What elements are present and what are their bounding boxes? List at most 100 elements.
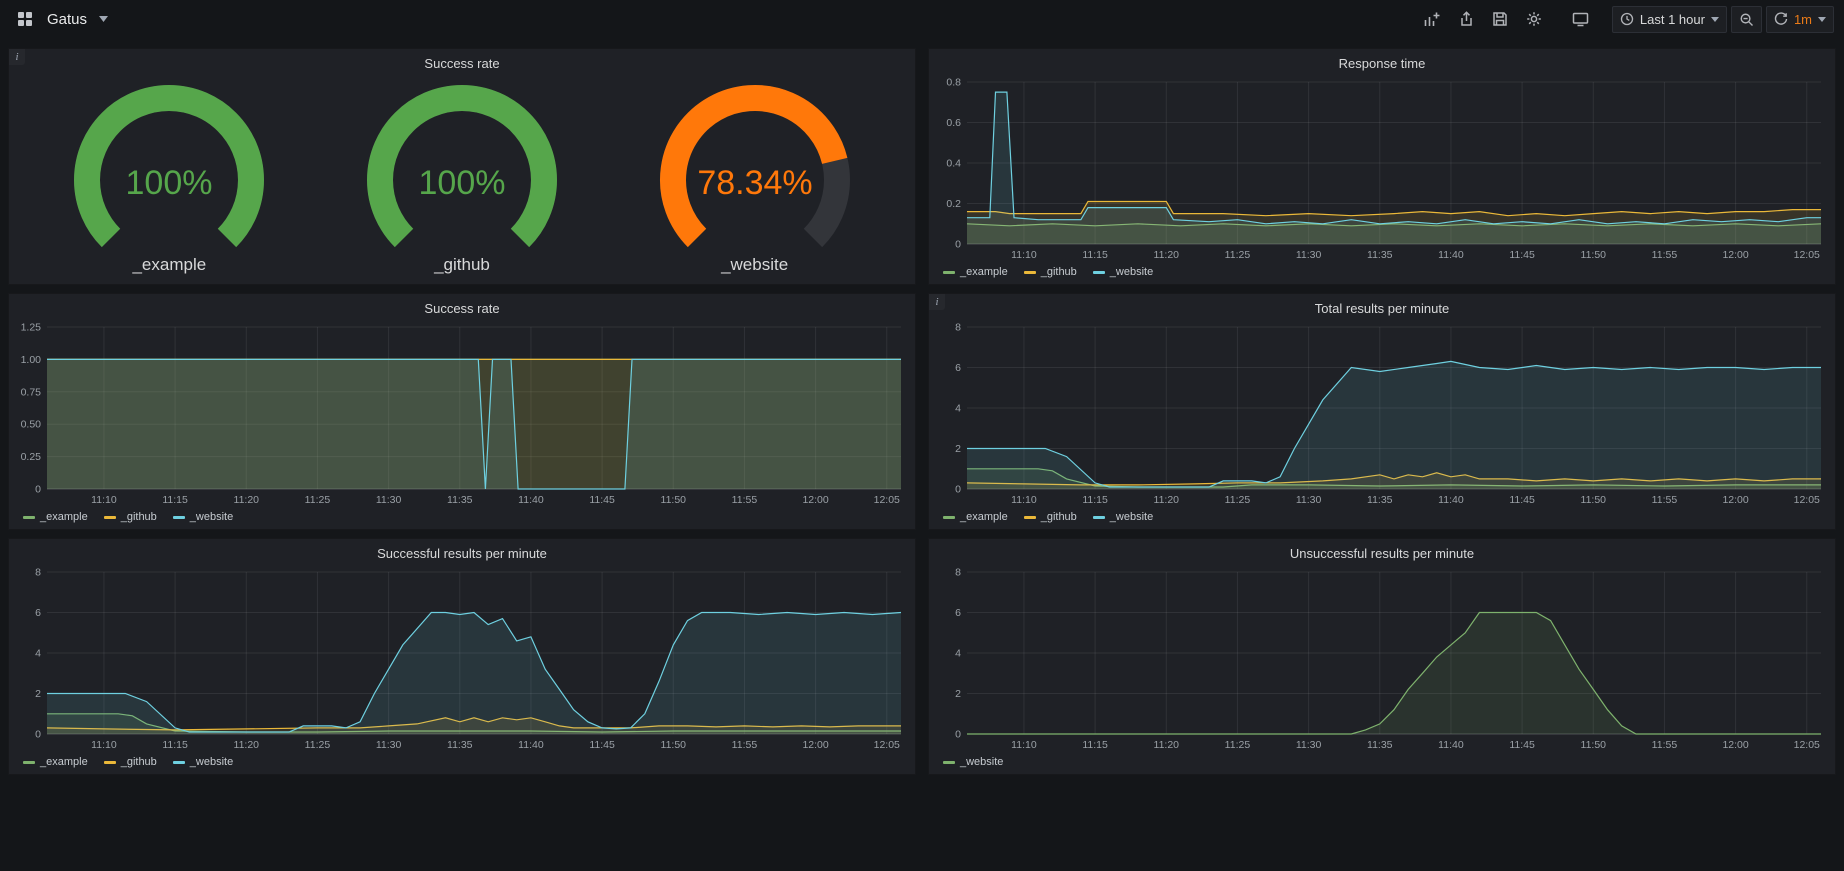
share-button[interactable] xyxy=(1451,6,1481,32)
legend-series-name: _github xyxy=(121,756,157,768)
svg-text:100%: 100% xyxy=(126,164,213,202)
svg-text:11:20: 11:20 xyxy=(234,494,260,506)
svg-text:11:55: 11:55 xyxy=(732,739,758,751)
legend-series-mark xyxy=(1024,516,1036,519)
svg-text:11:25: 11:25 xyxy=(305,739,331,751)
svg-text:11:40: 11:40 xyxy=(1438,739,1464,751)
svg-text:12:05: 12:05 xyxy=(1794,249,1820,261)
time-range-picker[interactable]: Last 1 hour xyxy=(1612,6,1727,33)
legend-item-github[interactable]: _github xyxy=(1024,511,1077,523)
svg-text:12:00: 12:00 xyxy=(1722,494,1748,506)
successful-results-chart[interactable]: 11:1011:1511:2011:2511:3011:3511:4011:45… xyxy=(9,564,915,754)
panel-title[interactable]: Response time xyxy=(929,49,1835,74)
settings-button[interactable] xyxy=(1519,6,1549,32)
caret-down-icon xyxy=(1818,17,1826,22)
svg-text:8: 8 xyxy=(35,567,41,579)
dashboard-grid: i Success rate 100%_example100%_github78… xyxy=(0,38,1844,783)
svg-text:8: 8 xyxy=(955,567,961,579)
legend-series-name: _website xyxy=(190,756,233,768)
svg-text:6: 6 xyxy=(955,362,961,374)
svg-text:11:40: 11:40 xyxy=(518,739,544,751)
svg-text:0.75: 0.75 xyxy=(21,386,42,398)
gauge-row: 100%_example100%_github 78.34% _website xyxy=(9,74,915,284)
svg-text:11:15: 11:15 xyxy=(162,494,188,506)
legend-item-website[interactable]: _website xyxy=(173,756,233,768)
panel-title[interactable]: Success rate xyxy=(9,49,915,74)
info-corner-icon[interactable]: i xyxy=(929,294,945,310)
dashboard-title: Gatus xyxy=(47,11,87,28)
dashboard-picker-button[interactable]: Gatus xyxy=(10,6,115,33)
legend-item-website[interactable]: _website xyxy=(173,511,233,523)
svg-text:11:50: 11:50 xyxy=(661,494,687,506)
svg-text:78.34%: 78.34% xyxy=(697,164,812,202)
svg-text:0: 0 xyxy=(35,729,41,741)
gauge-example: 100%_example xyxy=(44,84,294,275)
cycle-view-button[interactable] xyxy=(1565,6,1596,32)
legend-item-example[interactable]: _example xyxy=(943,511,1008,523)
legend-item-github[interactable]: _github xyxy=(1024,266,1077,278)
legend-item-website[interactable]: _website xyxy=(1093,266,1153,278)
refresh-interval-label: 1m xyxy=(1794,12,1812,27)
caret-down-icon xyxy=(1711,17,1719,22)
panel-successful-results: Successful results per minute 11:1011:15… xyxy=(8,538,916,775)
legend-series-name: _website xyxy=(960,756,1003,768)
svg-text:0.25: 0.25 xyxy=(21,451,42,463)
legend-series-mark xyxy=(943,761,955,764)
svg-text:11:30: 11:30 xyxy=(1296,494,1322,506)
legend-item-github[interactable]: _github xyxy=(104,756,157,768)
legend: _example _github _website xyxy=(9,509,915,529)
svg-text:12:00: 12:00 xyxy=(1722,739,1748,751)
svg-text:0: 0 xyxy=(955,484,961,496)
legend-item-example[interactable]: _example xyxy=(23,756,88,768)
gauge-label: _website xyxy=(721,255,788,275)
svg-text:11:15: 11:15 xyxy=(1082,494,1108,506)
time-range-label: Last 1 hour xyxy=(1640,12,1705,27)
total-results-chart[interactable]: 11:1011:1511:2011:2511:3011:3511:4011:45… xyxy=(929,319,1835,509)
svg-text:11:55: 11:55 xyxy=(732,494,758,506)
refresh-picker[interactable]: 1m xyxy=(1766,6,1834,33)
panel-title[interactable]: Total results per minute xyxy=(929,294,1835,319)
legend-series-name: _website xyxy=(190,511,233,523)
panel-title[interactable]: Success rate xyxy=(9,294,915,319)
legend-item-website[interactable]: _website xyxy=(1093,511,1153,523)
svg-text:0.6: 0.6 xyxy=(946,117,961,129)
panel-title[interactable]: Successful results per minute xyxy=(9,539,915,564)
svg-text:11:25: 11:25 xyxy=(1225,494,1251,506)
svg-text:11:25: 11:25 xyxy=(305,494,331,506)
svg-text:11:55: 11:55 xyxy=(1652,494,1678,506)
svg-text:12:05: 12:05 xyxy=(874,494,900,506)
svg-text:11:10: 11:10 xyxy=(1011,249,1037,261)
svg-text:0.4: 0.4 xyxy=(946,158,961,170)
clock-icon xyxy=(1620,12,1634,26)
response-time-chart[interactable]: 11:1011:1511:2011:2511:3011:3511:4011:45… xyxy=(929,74,1835,264)
svg-text:4: 4 xyxy=(955,648,961,660)
panel-title[interactable]: Unsuccessful results per minute xyxy=(929,539,1835,564)
legend: _example _github _website xyxy=(929,509,1835,529)
svg-text:12:05: 12:05 xyxy=(874,739,900,751)
svg-text:12:00: 12:00 xyxy=(802,739,828,751)
gauge-github: 100%_github xyxy=(337,84,587,275)
svg-text:0: 0 xyxy=(955,239,961,251)
zoom-out-button[interactable] xyxy=(1731,6,1762,33)
svg-text:11:30: 11:30 xyxy=(376,494,402,506)
legend-item-example[interactable]: _example xyxy=(23,511,88,523)
svg-text:11:35: 11:35 xyxy=(1367,494,1393,506)
legend-item-example[interactable]: _example xyxy=(943,266,1008,278)
svg-text:11:55: 11:55 xyxy=(1652,739,1678,751)
legend-item-website[interactable]: _website xyxy=(943,756,1003,768)
success-rate-chart[interactable]: 11:1011:1511:2011:2511:3011:3511:4011:45… xyxy=(9,319,915,509)
info-corner-icon[interactable]: i xyxy=(9,49,25,65)
legend-item-github[interactable]: _github xyxy=(104,511,157,523)
svg-text:11:45: 11:45 xyxy=(1509,739,1535,751)
refresh-icon xyxy=(1774,12,1788,26)
svg-text:6: 6 xyxy=(955,607,961,619)
panel-total-results: i Total results per minute 11:1011:1511:… xyxy=(928,293,1836,530)
legend-series-mark xyxy=(1093,516,1105,519)
svg-text:12:00: 12:00 xyxy=(1722,249,1748,261)
svg-text:11:45: 11:45 xyxy=(589,739,615,751)
unsuccessful-results-chart[interactable]: 11:1011:1511:2011:2511:3011:3511:4011:45… xyxy=(929,564,1835,754)
add-panel-button[interactable] xyxy=(1416,6,1447,33)
legend-series-name: _example xyxy=(960,511,1008,523)
save-button[interactable] xyxy=(1485,6,1515,32)
svg-text:11:20: 11:20 xyxy=(1154,249,1180,261)
